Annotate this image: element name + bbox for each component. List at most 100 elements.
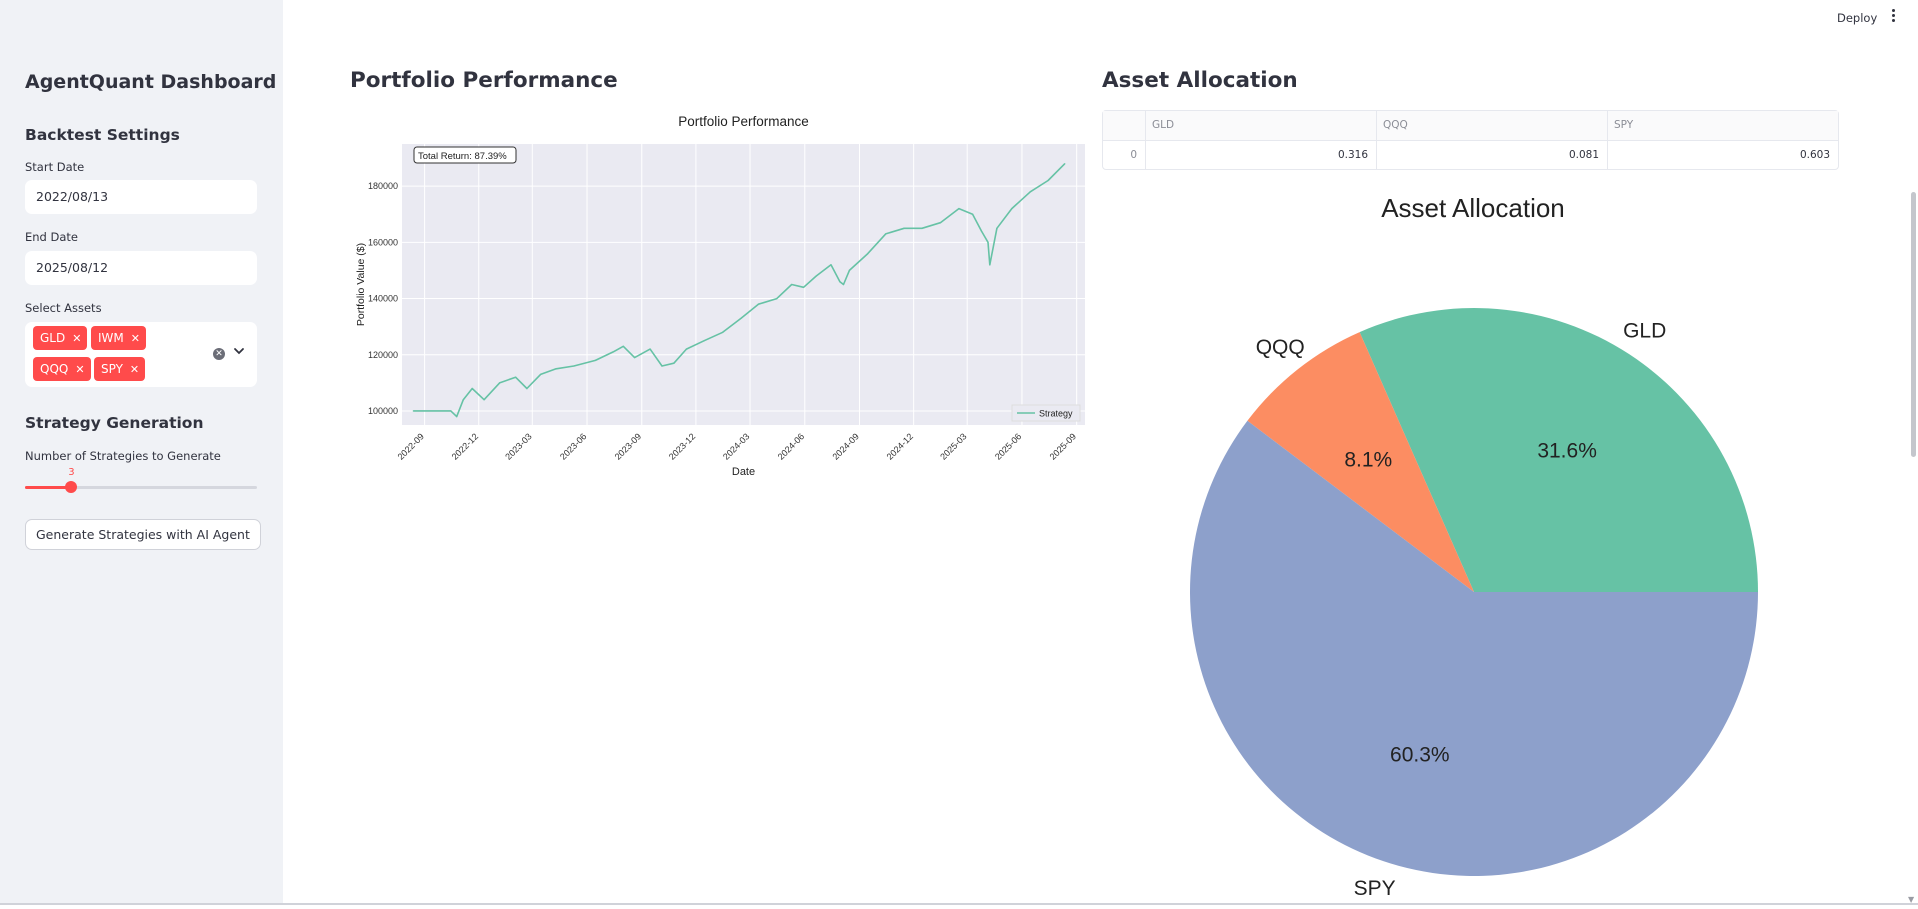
num-strategies-slider-thumb[interactable] xyxy=(65,481,78,493)
x-tick-label: 2022-12 xyxy=(450,431,480,461)
assets-multiselect[interactable]: GLD ✕ IWM ✕ QQQ ✕ SPY ✕ ✕ xyxy=(25,322,257,387)
strategy-data-point xyxy=(673,362,675,364)
table-cell-index: 0 xyxy=(1103,141,1146,170)
allocation-pie-chart: Asset Allocation GLD 31.6% QQQ 8.1% SPY 60.3% xyxy=(1102,185,1839,905)
performance-chart: Portfolio Performance 100000 120000 140000 1… xyxy=(350,106,1085,478)
strategy-data-point xyxy=(839,281,841,283)
legend-label: Strategy xyxy=(1039,409,1073,419)
sidebar: AgentQuant Dashboard Backtest Settings S… xyxy=(0,0,283,905)
remove-tag-icon[interactable]: ✕ xyxy=(131,332,140,345)
strategy-data-point xyxy=(1047,179,1049,182)
strategy-data-point xyxy=(885,233,887,235)
x-tick-label: 2025-09 xyxy=(1048,431,1078,461)
strategy-data-point xyxy=(573,365,575,367)
pie-category-label: QQQ xyxy=(1256,336,1305,359)
num-strategies-value: 3 xyxy=(68,467,75,478)
remove-tag-icon[interactable]: ✕ xyxy=(130,363,139,376)
x-tick-label: 2024-09 xyxy=(831,431,861,461)
strategy-data-point xyxy=(622,345,624,347)
strategy-data-point xyxy=(802,286,805,288)
x-axis-label: Date xyxy=(732,466,755,476)
table-header-index xyxy=(1103,111,1146,140)
strategy-data-point xyxy=(842,283,845,286)
allocation-table[interactable]: GLD QQQ SPY 0 0.316 0.081 0.603 xyxy=(1102,110,1839,170)
strategy-data-point xyxy=(412,410,414,412)
strategy-data-point xyxy=(939,222,942,224)
strategy-data-point xyxy=(815,275,817,277)
y-tick-label: 140000 xyxy=(368,294,398,304)
x-tick-label: 2025-06 xyxy=(993,431,1023,461)
select-assets-label: Select Assets xyxy=(25,301,102,315)
end-date-input[interactable]: 2025/08/12 xyxy=(25,251,257,285)
total-return-annotation: Total Return: 87.39% xyxy=(413,146,517,164)
strategy-data-point xyxy=(634,356,636,359)
generate-strategies-button[interactable]: Generate Strategies with AI Agent xyxy=(25,519,261,550)
annotation-text: Total Return: 87.39% xyxy=(418,151,507,162)
pie-category-label: GLD xyxy=(1623,319,1666,342)
backtest-settings-heading: Backtest Settings xyxy=(25,126,180,144)
portfolio-performance-heading: Portfolio Performance xyxy=(350,68,618,93)
start-date-input[interactable]: 2022/08/13 xyxy=(25,180,257,214)
table-cell-qqq: 0.081 xyxy=(1377,141,1608,170)
asset-tag-gld[interactable]: GLD ✕ xyxy=(33,326,88,350)
strategy-data-point xyxy=(526,387,528,390)
start-date-label: Start Date xyxy=(25,160,85,174)
strategy-data-point xyxy=(515,376,517,378)
strategy-data-point xyxy=(971,213,974,215)
x-tick-label: 2023-06 xyxy=(558,431,588,461)
strategy-data-point xyxy=(776,297,778,300)
y-tick-label: 180000 xyxy=(368,181,398,191)
end-date-label: End Date xyxy=(25,230,78,244)
strategy-data-point xyxy=(555,368,557,370)
strategy-data-point xyxy=(685,348,687,350)
chevron-down-icon[interactable] xyxy=(232,344,246,358)
x-tick-label: 2022-09 xyxy=(396,431,426,461)
x-tick-label: 2024-03 xyxy=(721,431,751,461)
performance-chart-svg: Portfolio Performance 100000 120000 140000 1… xyxy=(355,114,1085,478)
allocation-pie-svg: Asset Allocation GLD 31.6% QQQ 8.1% SPY 60.3% xyxy=(1190,193,1758,900)
pie-percent-label: 60.3% xyxy=(1390,744,1450,767)
strategy-generation-heading: Strategy Generation xyxy=(25,414,204,432)
table-cell-spy: 0.603 xyxy=(1799,149,1830,161)
strategy-data-point xyxy=(450,410,452,412)
strategy-data-point xyxy=(594,359,596,361)
x-tick-label: 2024-06 xyxy=(776,431,806,461)
strategy-data-point xyxy=(471,387,473,390)
strategy-data-point xyxy=(996,227,998,229)
scrollbar-thumb[interactable] xyxy=(1911,192,1916,457)
table-header-spy[interactable]: SPY xyxy=(1608,111,1838,140)
strategy-data-point xyxy=(958,208,960,210)
strategy-data-point xyxy=(612,351,614,353)
asset-tag-iwm[interactable]: IWM ✕ xyxy=(91,326,146,350)
x-tick-label: 2023-03 xyxy=(503,431,533,461)
strategy-data-point xyxy=(498,382,501,384)
chart-title: Portfolio Performance xyxy=(678,114,809,129)
strategy-data-point xyxy=(722,331,724,333)
asset-tag-label: SPY xyxy=(101,362,123,376)
strategy-data-point xyxy=(757,303,759,305)
strategy-data-point xyxy=(989,264,991,266)
table-header-gld[interactable]: GLD xyxy=(1146,111,1377,140)
pie-percent-label: 31.6% xyxy=(1537,439,1597,462)
y-tick-label: 160000 xyxy=(368,237,398,247)
asset-tag-qqq[interactable]: QQQ ✕ xyxy=(33,357,91,381)
remove-tag-icon[interactable]: ✕ xyxy=(72,332,81,345)
pie-category-label: SPY xyxy=(1354,877,1396,900)
strategy-data-point xyxy=(649,348,651,350)
asset-tag-label: GLD xyxy=(40,331,66,345)
chart-legend: Strategy xyxy=(1011,404,1081,422)
remove-tag-icon[interactable]: ✕ xyxy=(75,363,84,376)
clear-all-icon[interactable]: ✕ xyxy=(213,348,225,360)
deploy-button[interactable]: Deploy xyxy=(1837,11,1877,25)
strategy-data-point xyxy=(703,340,705,342)
strategy-data-point xyxy=(1011,208,1013,210)
table-header-qqq[interactable]: QQQ xyxy=(1377,111,1608,140)
strategy-data-point xyxy=(1064,163,1066,165)
num-strategies-label: Number of Strategies to Generate xyxy=(25,449,221,463)
strategy-data-point xyxy=(456,415,458,418)
main-menu-icon[interactable] xyxy=(1890,9,1896,25)
asset-tag-spy[interactable]: SPY ✕ xyxy=(94,357,146,381)
strategy-data-point xyxy=(661,365,663,367)
strategy-data-point xyxy=(540,373,542,376)
x-tick-label: 2024-12 xyxy=(885,431,915,461)
